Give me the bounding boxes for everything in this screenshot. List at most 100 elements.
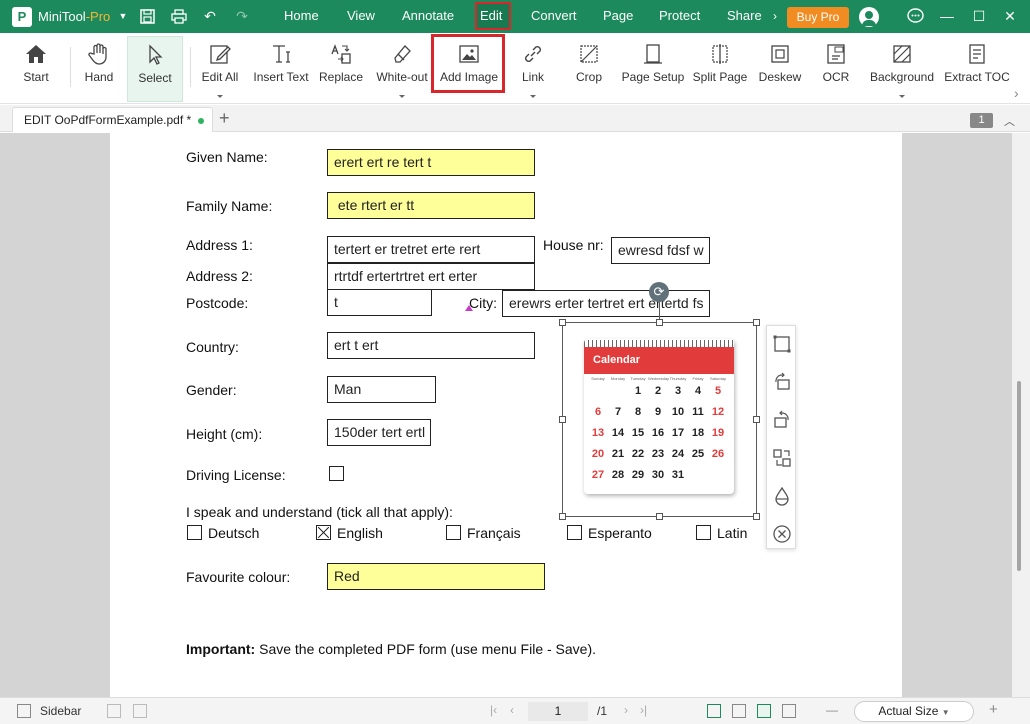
resize-handle-sw[interactable] (559, 513, 566, 520)
english-checkbox[interactable] (316, 525, 331, 540)
rotate-handle-icon[interactable]: ⟳ (649, 282, 669, 302)
grid-view-icon[interactable] (782, 704, 796, 718)
calendar-day: 12 (711, 406, 725, 418)
ribbon-start-button[interactable]: Start (12, 36, 60, 102)
opacity-icon[interactable] (772, 486, 792, 506)
save-icon[interactable] (138, 7, 156, 25)
two-page-view-icon[interactable] (732, 704, 746, 718)
zoom-out-icon[interactable]: — (826, 703, 838, 717)
francais-checkbox[interactable] (446, 525, 461, 540)
given-name-field[interactable]: erert ert re tert t (327, 149, 535, 176)
esperanto-checkbox[interactable] (567, 525, 582, 540)
height-field[interactable]: 150der tert ertl (327, 419, 431, 446)
ribbon-hand-button[interactable]: Hand (76, 36, 122, 102)
user-avatar-icon[interactable] (859, 7, 879, 27)
ribbon-link-button[interactable]: Link (510, 36, 556, 102)
calendar-day: 3 (674, 385, 682, 397)
sidebar-toggle-icon[interactable] (17, 704, 31, 718)
ribbon-replace-button[interactable]: Replace (316, 36, 366, 102)
menu-home[interactable]: Home (284, 8, 319, 23)
address2-field[interactable]: rtrtdf ertertrtret ert erter (327, 263, 535, 290)
calendar-day: 18 (691, 427, 705, 439)
ribbon-select-button[interactable]: Select (127, 36, 183, 102)
next-page-icon[interactable]: › (624, 703, 628, 717)
ribbon-insert-text-button[interactable]: Insert Text (250, 36, 312, 102)
delete-icon[interactable] (772, 524, 792, 544)
resize-handle-ne[interactable] (753, 319, 760, 326)
new-tab-icon[interactable]: + (219, 108, 230, 129)
page-count-badge: 1 (970, 113, 993, 128)
driving-license-checkbox[interactable] (329, 466, 344, 481)
resize-handle-w[interactable] (559, 416, 566, 423)
country-field[interactable]: ert t ert (327, 332, 535, 359)
feedback-icon[interactable] (906, 7, 924, 25)
postcode-field[interactable]: t (327, 289, 432, 316)
calendar-dow: Tuesday (630, 376, 646, 381)
calendar-day: 17 (671, 427, 685, 439)
forward-icon[interactable] (133, 704, 147, 718)
favourite-colour-field[interactable]: Red (327, 563, 545, 590)
menu-annotate[interactable]: Annotate (402, 8, 454, 23)
ribbon-scroll-right-icon[interactable]: › (1014, 85, 1019, 101)
ribbon-background-button[interactable]: Background (866, 36, 938, 102)
ribbon-extract-toc-button[interactable]: Extract TOC (944, 36, 1010, 102)
family-name-field[interactable]: ete rtert er tt (327, 192, 535, 219)
print-icon[interactable] (170, 7, 188, 25)
deutsch-checkbox[interactable] (187, 525, 202, 540)
house-nr-field[interactable]: ewresd fdsf w (611, 237, 710, 264)
ribbon-edit-all-button[interactable]: Edit All (196, 36, 244, 102)
rotate-right-icon[interactable] (772, 410, 792, 430)
resize-handle-e[interactable] (753, 416, 760, 423)
ocr-icon (827, 44, 845, 64)
ribbon-page-setup-button[interactable]: Page Setup (619, 36, 687, 102)
resize-handle-se[interactable] (753, 513, 760, 520)
document-tab[interactable]: EDIT OoPdfFormExample.pdf * (12, 107, 213, 132)
resize-handle-n[interactable] (656, 319, 663, 326)
menu-protect[interactable]: Protect (659, 8, 700, 23)
resize-handle-s[interactable] (656, 513, 663, 520)
address1-field[interactable]: tertert er tretret erte rert (327, 236, 535, 263)
collapse-chevron-up-icon[interactable]: ︿ (1004, 113, 1015, 129)
menu-page[interactable]: Page (603, 8, 633, 23)
menu-view[interactable]: View (347, 8, 375, 23)
last-page-icon[interactable]: ›| (640, 703, 647, 717)
minimize-icon[interactable]: — (938, 7, 956, 25)
rotate-left-icon[interactable] (772, 372, 792, 392)
city-field[interactable]: erewrs erter tertret ert ertertd fs (502, 290, 710, 317)
calendar-day: 5 (714, 385, 722, 397)
replace-icon[interactable] (772, 448, 792, 468)
menu-scroll-right-icon[interactable]: › (766, 7, 784, 25)
previous-page-icon[interactable]: ‹ (510, 703, 514, 717)
menu-convert[interactable]: Convert (531, 8, 577, 23)
ribbon-crop-button[interactable]: Crop (566, 36, 612, 102)
menu-edit[interactable]: Edit (480, 8, 502, 23)
continuous-view-icon[interactable] (757, 704, 771, 718)
current-page-input[interactable]: 1 (528, 702, 588, 721)
gender-field[interactable]: Man (327, 376, 436, 403)
latin-checkbox[interactable] (696, 525, 711, 540)
calendar-day: 1 (634, 385, 642, 397)
ribbon-white-out-button[interactable]: White-out (371, 36, 433, 102)
menu-share[interactable]: Share (727, 8, 762, 23)
eraser-icon (394, 45, 411, 63)
crop-icon[interactable] (772, 334, 792, 354)
latin-label: Latin (717, 525, 748, 541)
calendar-day: 16 (651, 427, 665, 439)
buy-pro-button[interactable]: Buy Pro (787, 7, 849, 28)
redo-icon[interactable]: ↷ (233, 7, 251, 25)
undo-icon[interactable]: ↶ (201, 7, 219, 25)
vertical-scrollbar[interactable] (1012, 133, 1030, 697)
ribbon-ocr-button[interactable]: OCR (814, 36, 858, 102)
ribbon-deskew-button[interactable]: Deskew (756, 36, 804, 102)
maximize-icon[interactable]: ☐ (970, 7, 988, 25)
ribbon-split-page-button[interactable]: Split Page (690, 36, 750, 102)
resize-handle-nw[interactable] (559, 319, 566, 326)
first-page-icon[interactable]: |‹ (490, 703, 497, 717)
single-page-view-icon[interactable] (707, 704, 721, 718)
zoom-in-icon[interactable]: + (989, 701, 998, 718)
app-menu-dropdown-icon[interactable]: ▼ (114, 7, 132, 25)
sidebar-label[interactable]: Sidebar (40, 704, 81, 718)
back-icon[interactable] (107, 704, 121, 718)
close-icon[interactable]: ✕ (1001, 7, 1019, 25)
zoom-select[interactable]: Actual Size ▼ (854, 701, 974, 722)
